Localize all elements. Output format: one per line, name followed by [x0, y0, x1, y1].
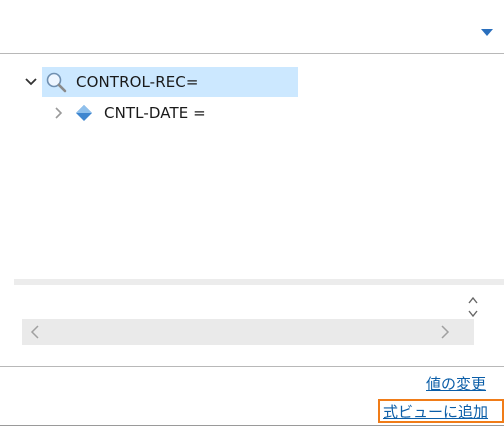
chevron-right-icon[interactable] — [48, 98, 70, 128]
tree-node-label: CNTL-DATE = — [104, 104, 206, 122]
diamond-variable-icon — [72, 101, 96, 125]
tree-node-label: CONTROL-REC= — [76, 73, 199, 91]
detail-pane-separator[interactable] — [14, 279, 504, 285]
chevron-down-icon[interactable] — [20, 67, 42, 97]
search-icon — [44, 70, 68, 94]
dropdown-triangle-icon[interactable] — [481, 29, 493, 37]
add-to-expressions-link[interactable]: 式ビューに追加 — [378, 399, 504, 423]
scroll-right-icon[interactable] — [438, 324, 452, 340]
tree-row-control-rec[interactable]: CONTROL-REC= — [20, 67, 298, 97]
variables-view: CONTROL-REC= CNTL-DATE = 値の変更 式ビューに追加 — [0, 0, 504, 427]
bottom-divider — [0, 425, 504, 426]
view-toolbar — [0, 0, 504, 54]
tree-node[interactable]: CNTL-DATE = — [70, 98, 216, 128]
vertical-scroll-arrows-icon[interactable] — [465, 294, 481, 320]
variables-tree: CONTROL-REC= CNTL-DATE = — [0, 54, 504, 279]
scroll-left-icon[interactable] — [28, 324, 42, 340]
horizontal-scrollbar[interactable] — [22, 319, 474, 345]
detail-divider — [0, 366, 504, 367]
tree-row-cntl-date[interactable]: CNTL-DATE = — [48, 98, 216, 128]
change-value-link[interactable]: 値の変更 — [426, 374, 486, 394]
tree-node-selected[interactable]: CONTROL-REC= — [42, 67, 298, 97]
